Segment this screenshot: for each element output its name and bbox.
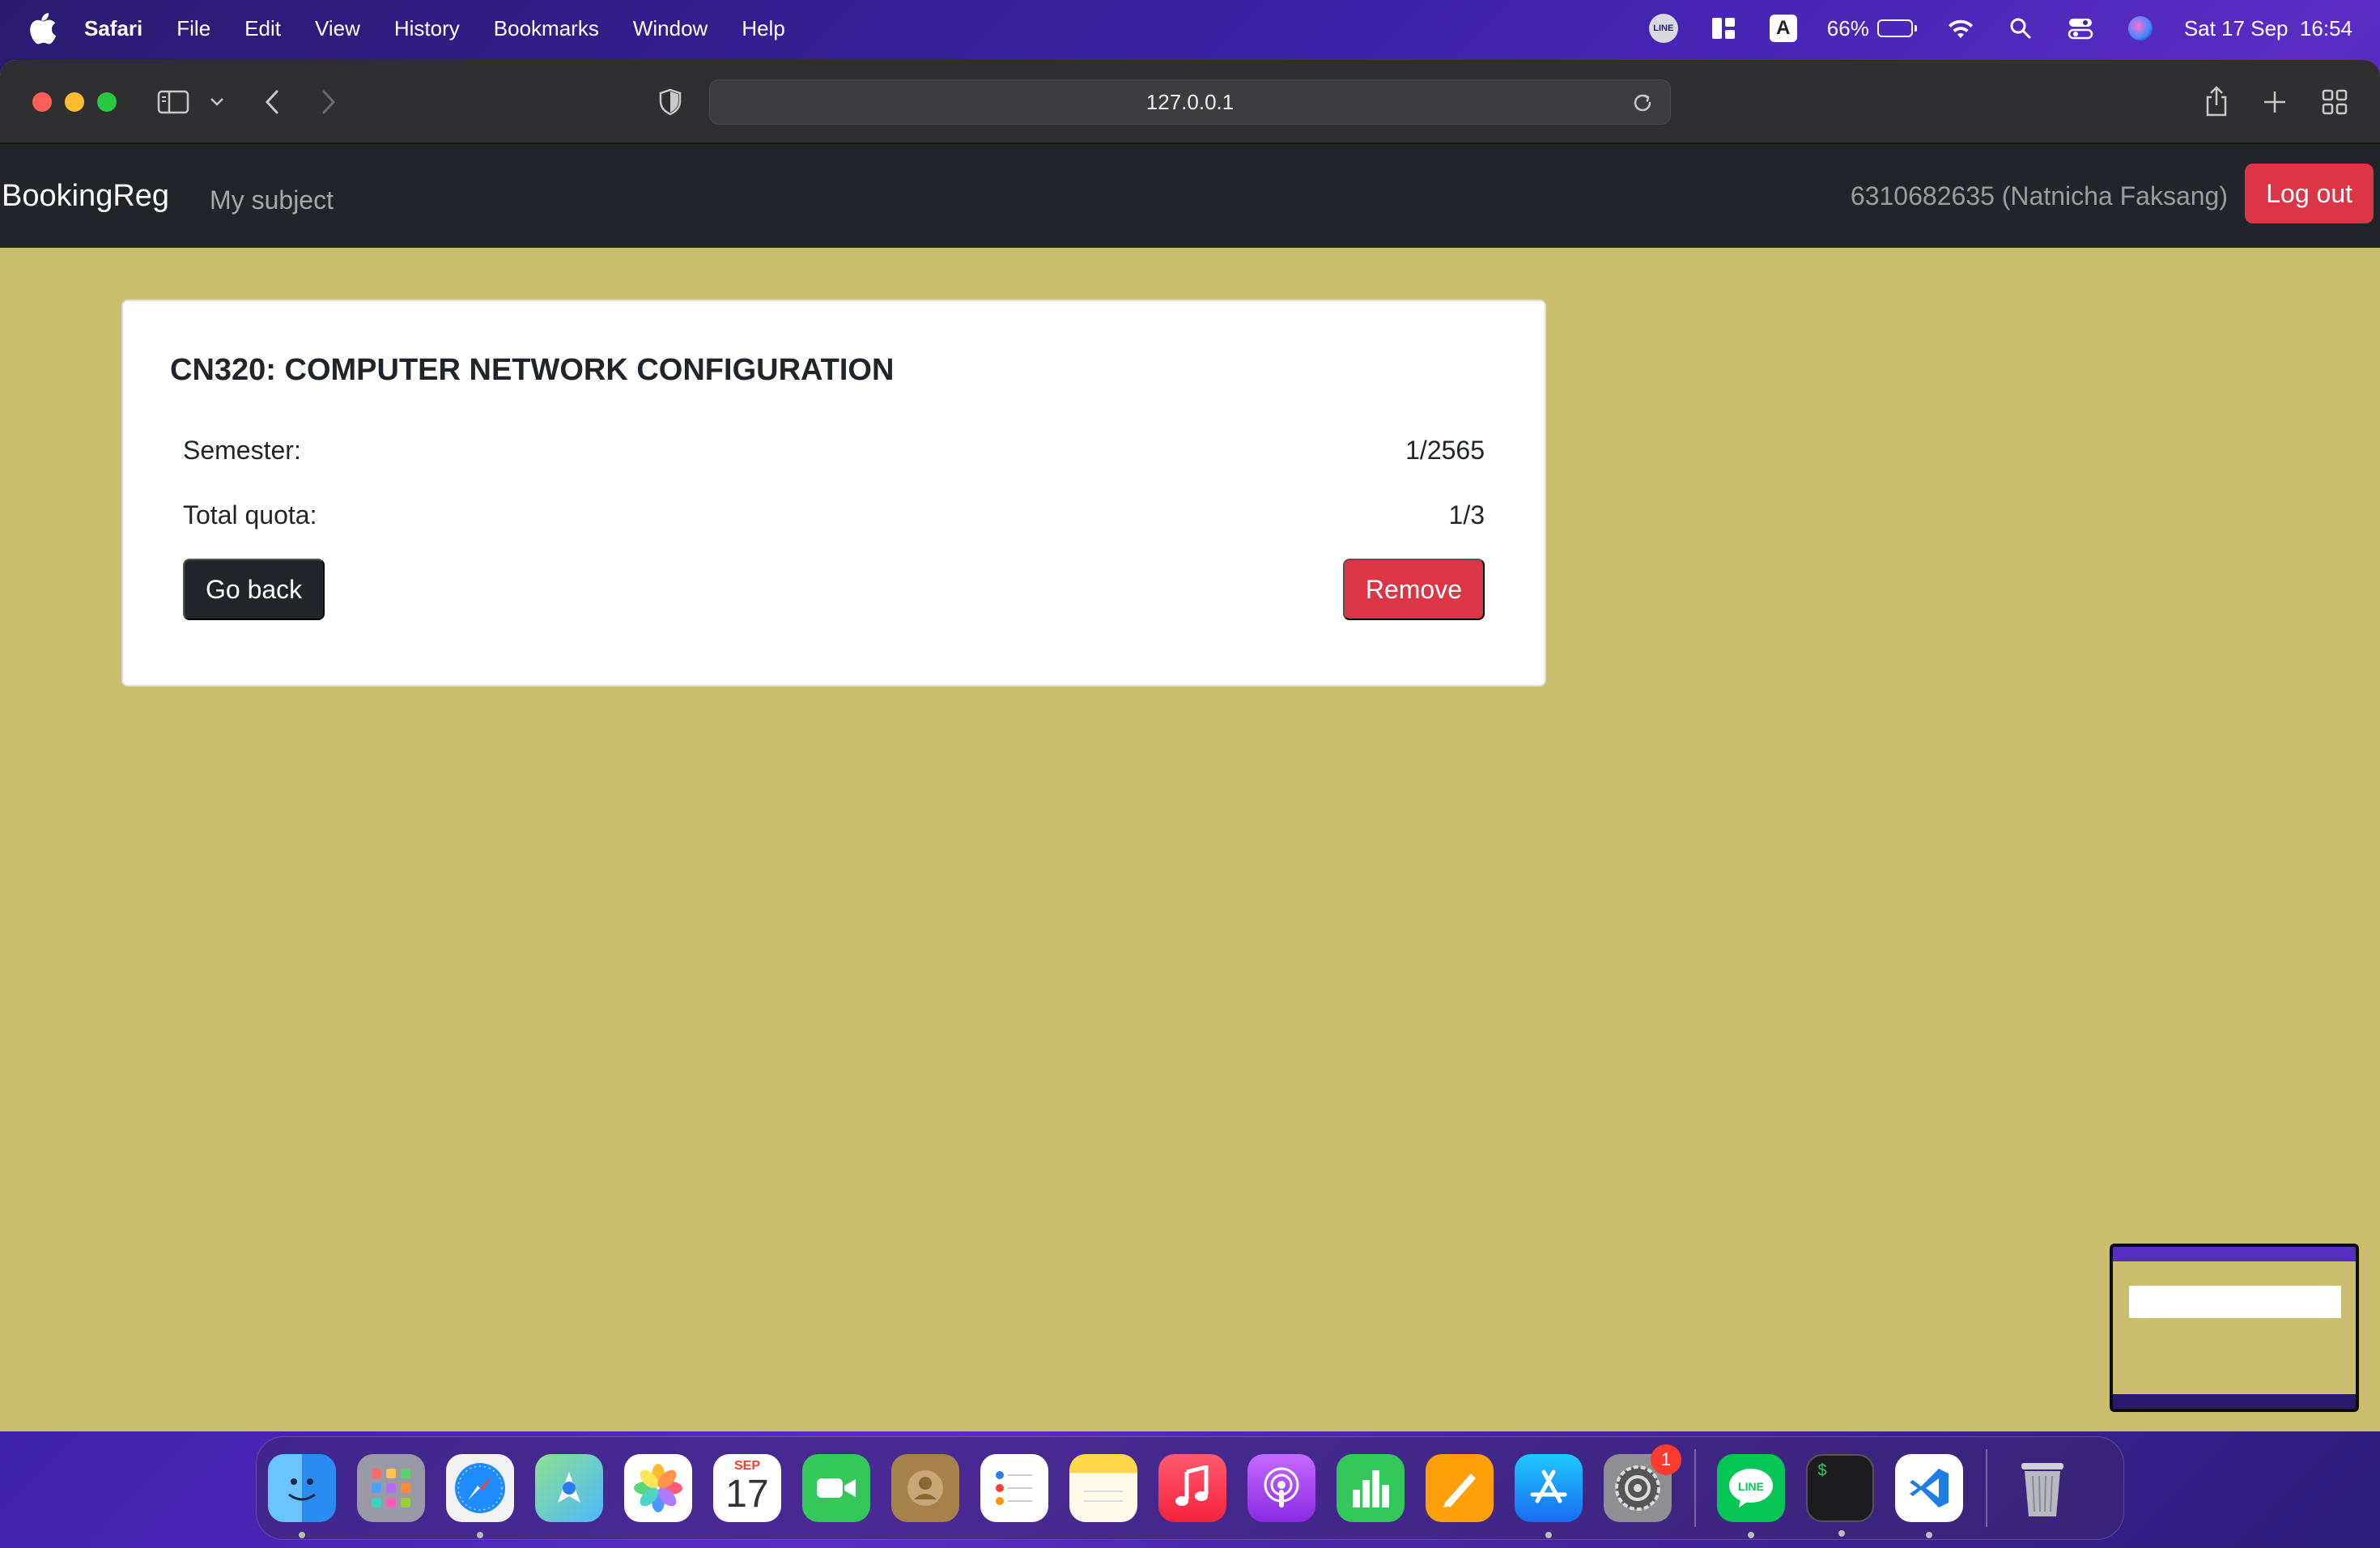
logout-button[interactable]: Log out [2245,164,2374,223]
remove-button[interactable]: Remove [1342,559,1485,620]
terminal-icon[interactable]: $ [1806,1454,1874,1537]
quota-label: Total quota: [183,500,317,529]
input-source-icon[interactable]: A [1767,12,1800,45]
notes-icon[interactable] [1069,1454,1137,1522]
forward-icon[interactable] [311,84,346,120]
calendar-day: 17 [725,1473,769,1516]
photos-icon[interactable] [624,1454,692,1522]
siri-icon[interactable] [2124,12,2157,45]
contacts-icon[interactable] [891,1454,959,1522]
music-icon[interactable] [1158,1454,1226,1522]
system-preferences-icon[interactable]: 1 [1604,1444,1681,1522]
menu-app-safari[interactable]: Safari [84,16,142,41]
go-back-button[interactable]: Go back [183,559,325,620]
menu-history[interactable]: History [394,16,460,41]
dock: SEP 17 1 LINE $ [256,1436,2124,1540]
minimize-window-button[interactable] [65,92,84,112]
numbers-icon[interactable] [1337,1454,1405,1522]
svg-text:LINE: LINE [1738,1480,1764,1493]
menu-file[interactable]: File [176,16,210,41]
back-icon[interactable] [254,84,290,120]
apple-menu-icon[interactable] [28,12,57,45]
finder-icon[interactable] [268,1454,336,1538]
address-bar[interactable]: 127.0.0.1 [709,79,1671,125]
window-layout-icon[interactable] [1707,12,1740,45]
subject-detail-card: CN320: COMPUTER NETWORK CONFIGURATION Se… [121,300,1546,687]
site-navbar: BookingReg My subject 6310682635 (Natnic… [0,144,2380,248]
privacy-shield-icon[interactable] [652,84,688,120]
nav-my-subject-link[interactable]: My subject [210,185,334,215]
menu-help[interactable]: Help [742,16,784,41]
maps-icon[interactable] [535,1454,603,1522]
semester-label: Semester: [183,436,301,465]
dock-separator [1694,1449,1696,1527]
spotlight-search-icon[interactable] [2004,12,2037,45]
chevron-down-icon[interactable] [199,84,235,120]
subject-title: CN320: COMPUTER NETWORK CONFIGURATION [170,353,895,387]
dock-separator [1986,1449,1987,1527]
calendar-icon[interactable]: SEP 17 [713,1454,781,1522]
wifi-icon[interactable] [1944,12,1977,45]
close-window-button[interactable] [32,92,52,112]
menu-bar: Safari File Edit View History Bookmarks … [0,0,2380,57]
new-tab-icon[interactable] [2257,84,2293,120]
brand-link[interactable]: BookingReg [2,179,169,214]
battery-status[interactable]: 66% [1827,16,1917,41]
facetime-icon[interactable] [802,1454,870,1522]
url-text: 127.0.0.1 [1145,89,1235,114]
terminal-prompt: $ [1817,1462,1828,1481]
menu-view[interactable]: View [315,16,360,41]
line-app-icon[interactable]: LINE [1717,1454,1785,1538]
battery-icon [1876,19,1913,37]
menu-edit[interactable]: Edit [244,16,281,41]
app-store-icon[interactable] [1515,1454,1583,1538]
trash-icon[interactable] [2008,1454,2076,1522]
pages-icon[interactable] [1426,1454,1494,1522]
menu-bookmarks[interactable]: Bookmarks [494,16,599,41]
notification-badge: 1 [1651,1444,1681,1475]
reminders-icon[interactable] [980,1454,1048,1522]
sidebar-toggle-icon[interactable] [155,84,191,120]
quota-value: 1/3 [1448,500,1485,529]
zoom-window-button[interactable] [97,92,117,112]
launchpad-icon[interactable] [357,1454,425,1522]
control-center-icon[interactable] [2064,12,2097,45]
vscode-icon[interactable] [1895,1454,1963,1538]
line-status-icon[interactable]: LINE [1647,12,1680,45]
menu-window[interactable]: Window [633,16,708,41]
current-user-label: 6310682635 (Natnicha Faksang) [1850,181,2228,211]
reload-icon[interactable] [1630,90,1655,116]
browser-toolbar: 127.0.0.1 [0,60,2380,144]
safari-icon[interactable] [446,1454,514,1538]
safari-window: 127.0.0.1 BookingReg My subject 63106826… [0,60,2380,1431]
tab-overview-icon[interactable] [2317,84,2352,120]
screenshot-thumbnail[interactable] [2110,1244,2359,1412]
battery-percent: 66% [1826,15,1869,40]
semester-value: 1/2565 [1405,436,1485,465]
podcasts-icon[interactable] [1247,1454,1315,1522]
menubar-clock[interactable]: Sat 17 Sep 16:54 [2184,16,2352,41]
share-icon[interactable] [2199,84,2234,120]
